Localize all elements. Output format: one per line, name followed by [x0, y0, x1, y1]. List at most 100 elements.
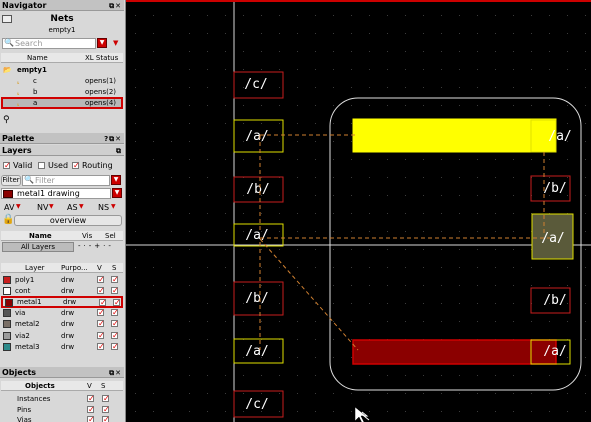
grid-dot: [387, 213, 388, 214]
av-toggle[interactable]: AV: [4, 203, 14, 212]
grid-dot: [567, 411, 568, 412]
grid-dot: [441, 51, 442, 52]
lock-icon[interactable]: 🔒: [2, 214, 14, 225]
filter-button[interactable]: Filter: [1, 175, 21, 186]
panel-controls[interactable]: ⧉✕: [109, 1, 122, 12]
grid-dot: [585, 249, 586, 250]
grid-dot: [441, 105, 442, 106]
layer-row-metal1[interactable]: metal1 drw ✓ ✓: [1, 296, 123, 308]
col-name[interactable]: Name: [27, 53, 48, 63]
search-options-dropdown[interactable]: ▼: [97, 38, 107, 48]
chevron-down-icon[interactable]: ▼: [16, 203, 21, 210]
filter-dropdown[interactable]: ▼: [111, 175, 121, 185]
layer-selectable-checkbox[interactable]: ✓: [111, 276, 119, 284]
tree-root[interactable]: 📂 empty1: [1, 65, 123, 75]
chevron-down-icon[interactable]: ▼: [79, 203, 84, 210]
navigator-header[interactable]: Navigator ⧉✕: [0, 0, 124, 11]
chevron-down-icon[interactable]: ▼: [111, 203, 116, 210]
layer-row-metal2[interactable]: metal2 drw ✓ ✓: [1, 319, 123, 329]
objects-visible-checkbox[interactable]: ✓: [87, 395, 95, 403]
grid-dot: [387, 69, 388, 70]
grid-dot: [531, 267, 532, 268]
current-layer-dropdown[interactable]: ▼: [112, 188, 122, 198]
grid-dot: [333, 159, 334, 160]
layer-filter-input[interactable]: Filter: [22, 175, 110, 186]
bike-icon[interactable]: ⚲: [3, 115, 10, 125]
grid-dot: [333, 231, 334, 232]
overview-button[interactable]: overview: [14, 215, 122, 226]
layer-row-via[interactable]: via drw ✓ ✓: [1, 308, 123, 318]
set-toggles[interactable]: -·-+·-: [78, 242, 114, 250]
metal1-shape-bottom[interactable]: [352, 339, 557, 365]
objects-selectable-checkbox[interactable]: ✓: [102, 406, 110, 414]
grid-dot: [369, 33, 370, 34]
grid-dot: [135, 141, 136, 142]
navigator-search-input[interactable]: Search: [2, 38, 96, 49]
layer-selectable-checkbox[interactable]: ✓: [111, 343, 119, 351]
panel-controls[interactable]: ?⧉✕: [104, 134, 122, 145]
routing-checkbox[interactable]: ✓: [72, 162, 80, 170]
layer-row-cont[interactable]: cont drw ✓ ✓: [1, 286, 123, 296]
chevron-down-icon[interactable]: ▼: [49, 203, 54, 210]
grid-dot: [567, 321, 568, 322]
current-layer-select[interactable]: metal1 drawing: [1, 188, 111, 199]
layer-visible-checkbox[interactable]: ✓: [97, 276, 105, 284]
grid-dot: [423, 213, 424, 214]
net-row-a-selected[interactable]: ⸤ a opens(4): [1, 97, 123, 109]
layer-visible-checkbox[interactable]: ✓: [97, 287, 105, 295]
grid-dot: [495, 249, 496, 250]
grid-dot: [459, 213, 460, 214]
layer-visible-checkbox[interactable]: ✓: [97, 320, 105, 328]
grid-dot: [477, 15, 478, 16]
used-checkbox[interactable]: [38, 162, 45, 169]
grid-dot: [405, 87, 406, 88]
objects-selectable-checkbox[interactable]: ✓: [102, 395, 110, 403]
as-toggle[interactable]: AS: [67, 203, 78, 212]
col-xl-status[interactable]: XL Status: [85, 53, 118, 63]
nets-list-icon[interactable]: [2, 15, 12, 23]
objects-visible-checkbox[interactable]: ✓: [87, 406, 95, 414]
net-row-c[interactable]: ⸤ c opens(1): [1, 76, 123, 86]
objects-row-vias[interactable]: Vias ✓ ✓: [1, 415, 123, 422]
layer-visible-checkbox[interactable]: ✓: [97, 343, 105, 351]
palette-header[interactable]: Palette ?⧉✕: [0, 133, 124, 144]
layer-selectable-checkbox[interactable]: ✓: [111, 320, 119, 328]
layer-visible-checkbox[interactable]: ✓: [97, 309, 105, 317]
objects-row-pins[interactable]: Pins ✓ ✓: [1, 405, 123, 415]
objects-visible-checkbox[interactable]: ✓: [87, 416, 95, 422]
layer-selectable-checkbox[interactable]: ✓: [111, 287, 119, 295]
layer-row-via2[interactable]: via2 drw ✓ ✓: [1, 331, 123, 341]
grid-dot: [477, 69, 478, 70]
net-row-b[interactable]: ⸤ b opens(2): [1, 87, 123, 97]
grid-dot: [171, 321, 172, 322]
grid-dot: [441, 303, 442, 304]
grid-dot: [585, 51, 586, 52]
layers-header[interactable]: Layers ⧉: [0, 145, 124, 156]
objects-row-instances[interactable]: Instances ✓ ✓: [1, 394, 123, 404]
layout-canvas[interactable]: /c/ /a/ /b/ /a/ /b/ /a/ /c/ /a/ /b/ /a/ /b/ /a/: [126, 0, 591, 422]
objects-header[interactable]: Objects ⧉✕: [0, 367, 124, 378]
objects-selectable-checkbox[interactable]: ✓: [102, 416, 110, 422]
canvas-drawing[interactable]: /c/ /a/ /b/ /a/ /b/ /a/ /c/ /a/ /b/ /a/ /b/ /a/: [126, 2, 591, 422]
layer-selectable-checkbox[interactable]: ✓: [111, 309, 119, 317]
layer-row-metal3[interactable]: metal3 drw ✓ ✓: [1, 342, 123, 352]
grid-dot: [387, 285, 388, 286]
layer-visible-checkbox[interactable]: ✓: [99, 299, 107, 307]
layer-selectable-checkbox[interactable]: ✓: [113, 299, 121, 307]
grid-dot: [189, 15, 190, 16]
nv-toggle[interactable]: NV: [37, 203, 48, 212]
grid-dot: [585, 231, 586, 232]
grid-dot: [513, 33, 514, 34]
panel-controls[interactable]: ⧉: [116, 146, 122, 157]
ns-toggle[interactable]: NS: [98, 203, 109, 212]
valid-checkbox[interactable]: ✓: [3, 162, 11, 170]
grid-dot: [369, 267, 370, 268]
layer-row-poly1[interactable]: poly1 drw ✓ ✓: [1, 275, 123, 285]
layer-visible-checkbox[interactable]: ✓: [97, 332, 105, 340]
panel-controls[interactable]: ⧉✕: [109, 368, 122, 379]
chevron-down-icon[interactable]: ▼: [113, 39, 118, 47]
grid-dot: [153, 123, 154, 124]
layer-selectable-checkbox[interactable]: ✓: [111, 332, 119, 340]
metal1-shape-top[interactable]: [352, 118, 557, 153]
all-layers-set[interactable]: All Layers: [2, 242, 74, 252]
